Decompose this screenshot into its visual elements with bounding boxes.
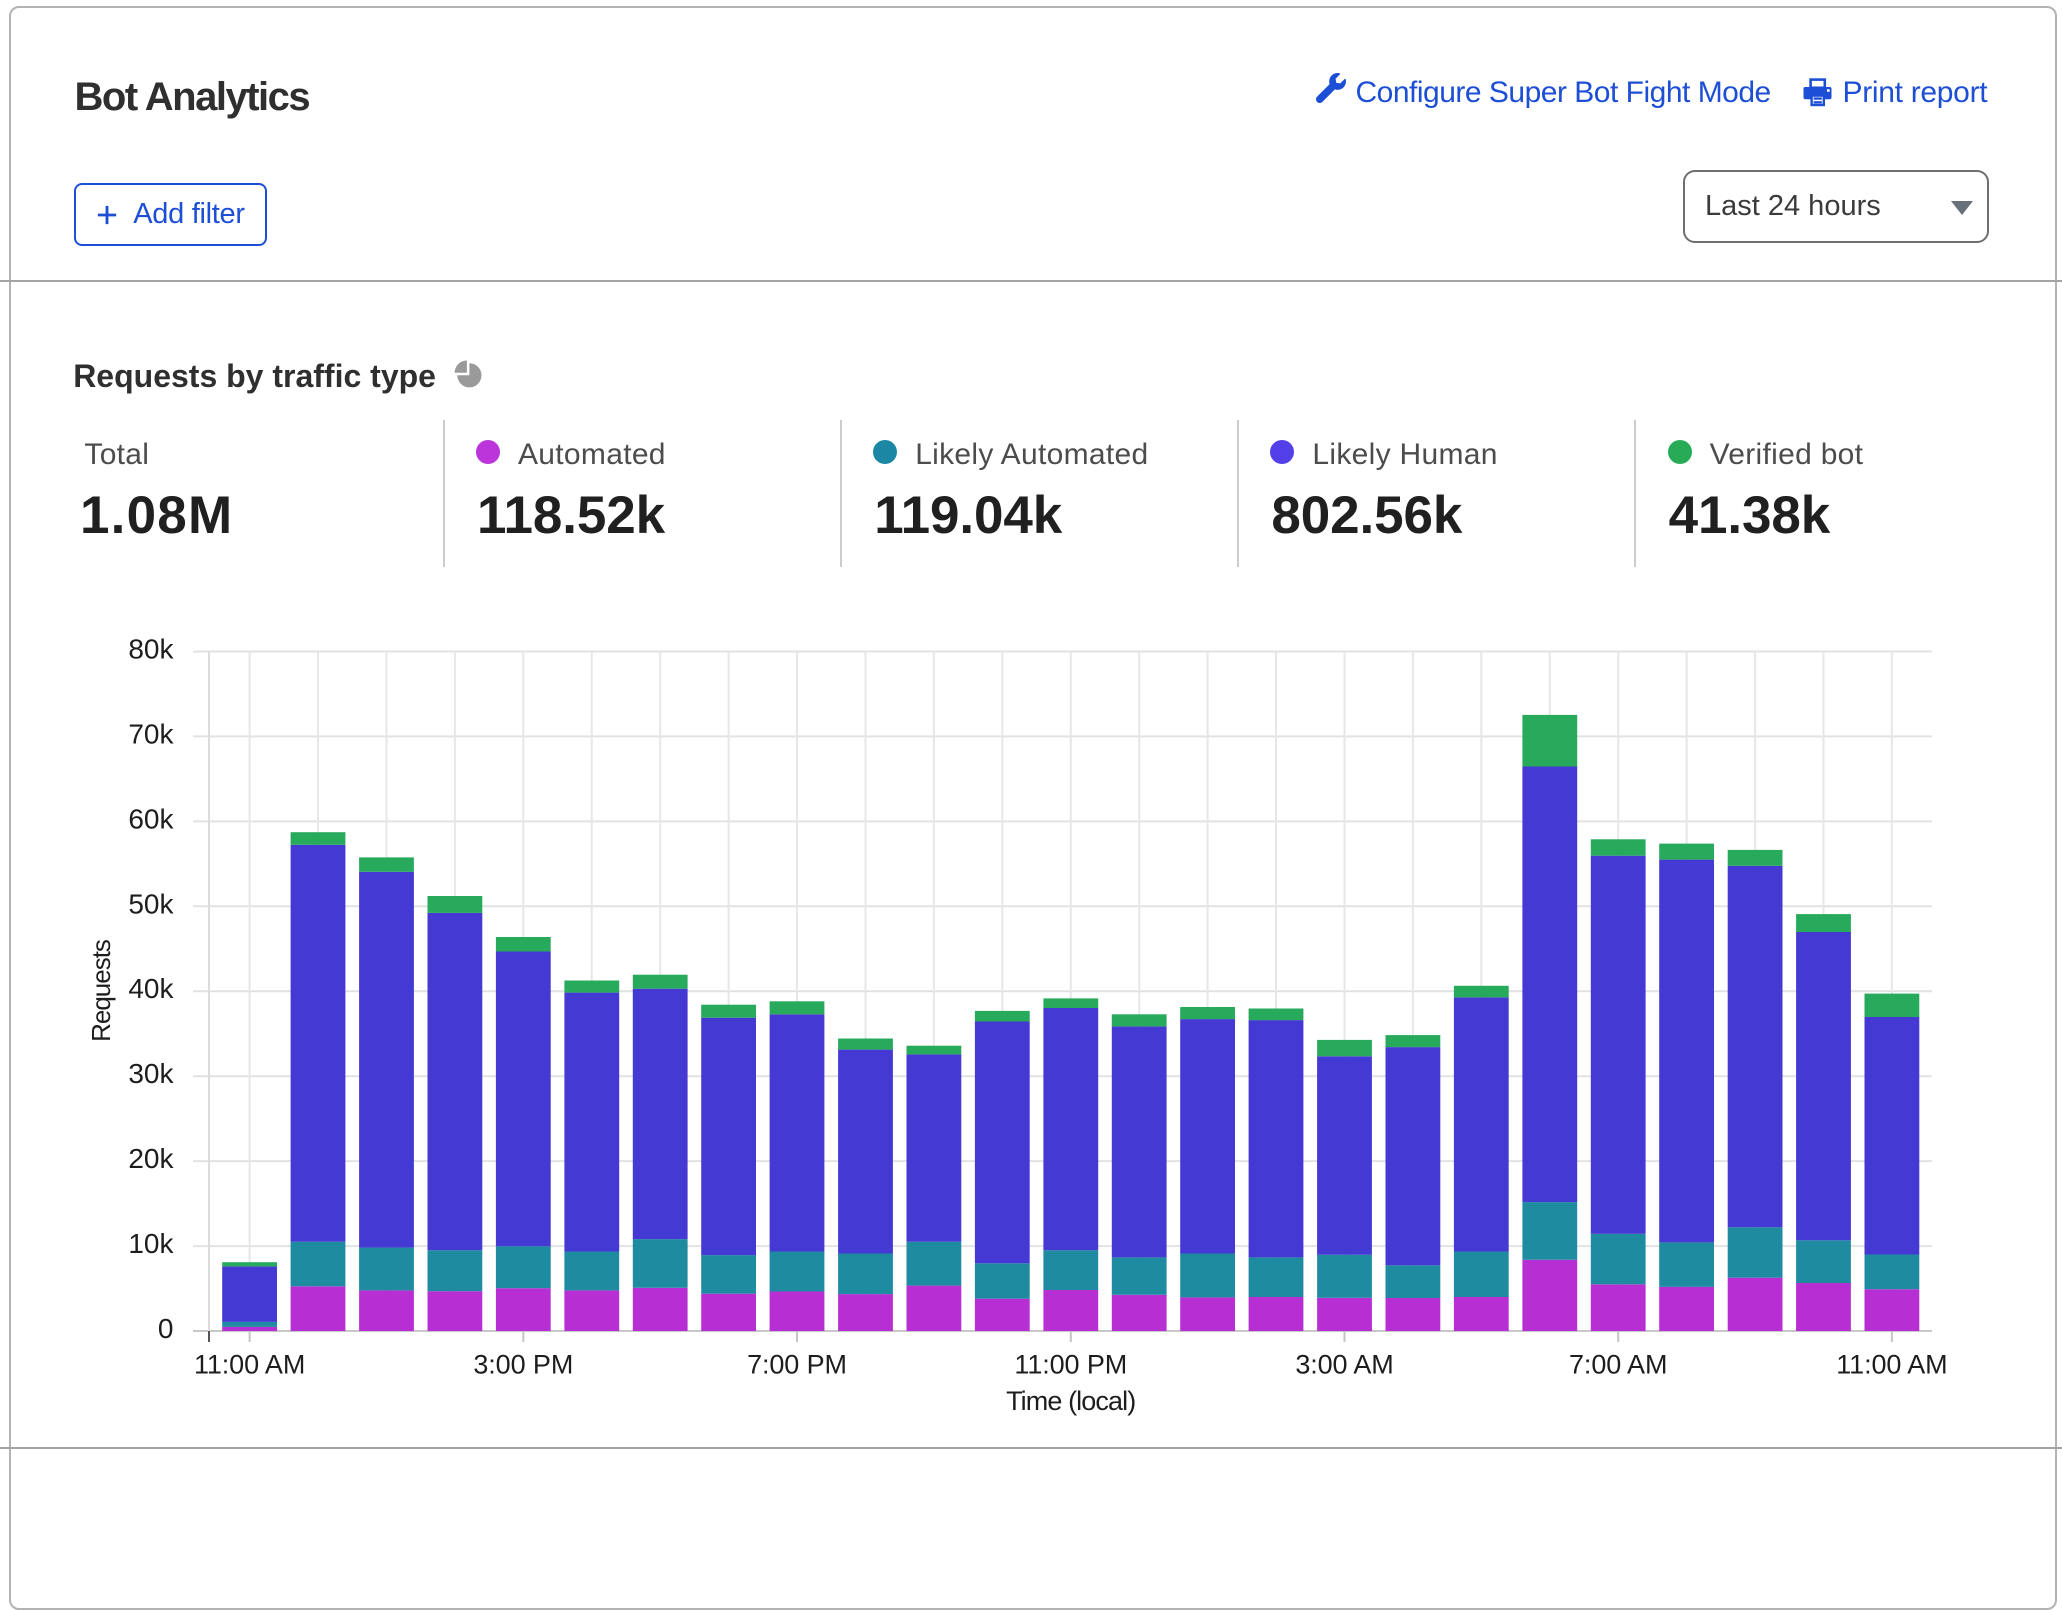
- svg-text:7:00 AM: 7:00 AM: [1569, 1350, 1667, 1380]
- svg-text:60k: 60k: [128, 803, 174, 834]
- svg-text:Requests: Requests: [86, 939, 116, 1042]
- svg-text:3:00 AM: 3:00 AM: [1295, 1350, 1393, 1380]
- svg-text:50k: 50k: [128, 888, 174, 919]
- svg-text:Time (local): Time (local): [1006, 1386, 1135, 1416]
- svg-text:10k: 10k: [128, 1228, 174, 1259]
- svg-text:11:00 AM: 11:00 AM: [1836, 1350, 1947, 1380]
- svg-text:70k: 70k: [128, 718, 174, 749]
- svg-text:40k: 40k: [128, 973, 174, 1004]
- svg-text:20k: 20k: [128, 1143, 174, 1174]
- svg-text:30k: 30k: [128, 1058, 174, 1089]
- svg-text:0: 0: [158, 1313, 174, 1344]
- svg-text:7:00 PM: 7:00 PM: [747, 1350, 847, 1380]
- svg-text:3:00 PM: 3:00 PM: [473, 1350, 573, 1380]
- svg-text:11:00 AM: 11:00 AM: [194, 1350, 305, 1380]
- svg-text:80k: 80k: [128, 634, 174, 665]
- svg-text:11:00 PM: 11:00 PM: [1014, 1350, 1127, 1380]
